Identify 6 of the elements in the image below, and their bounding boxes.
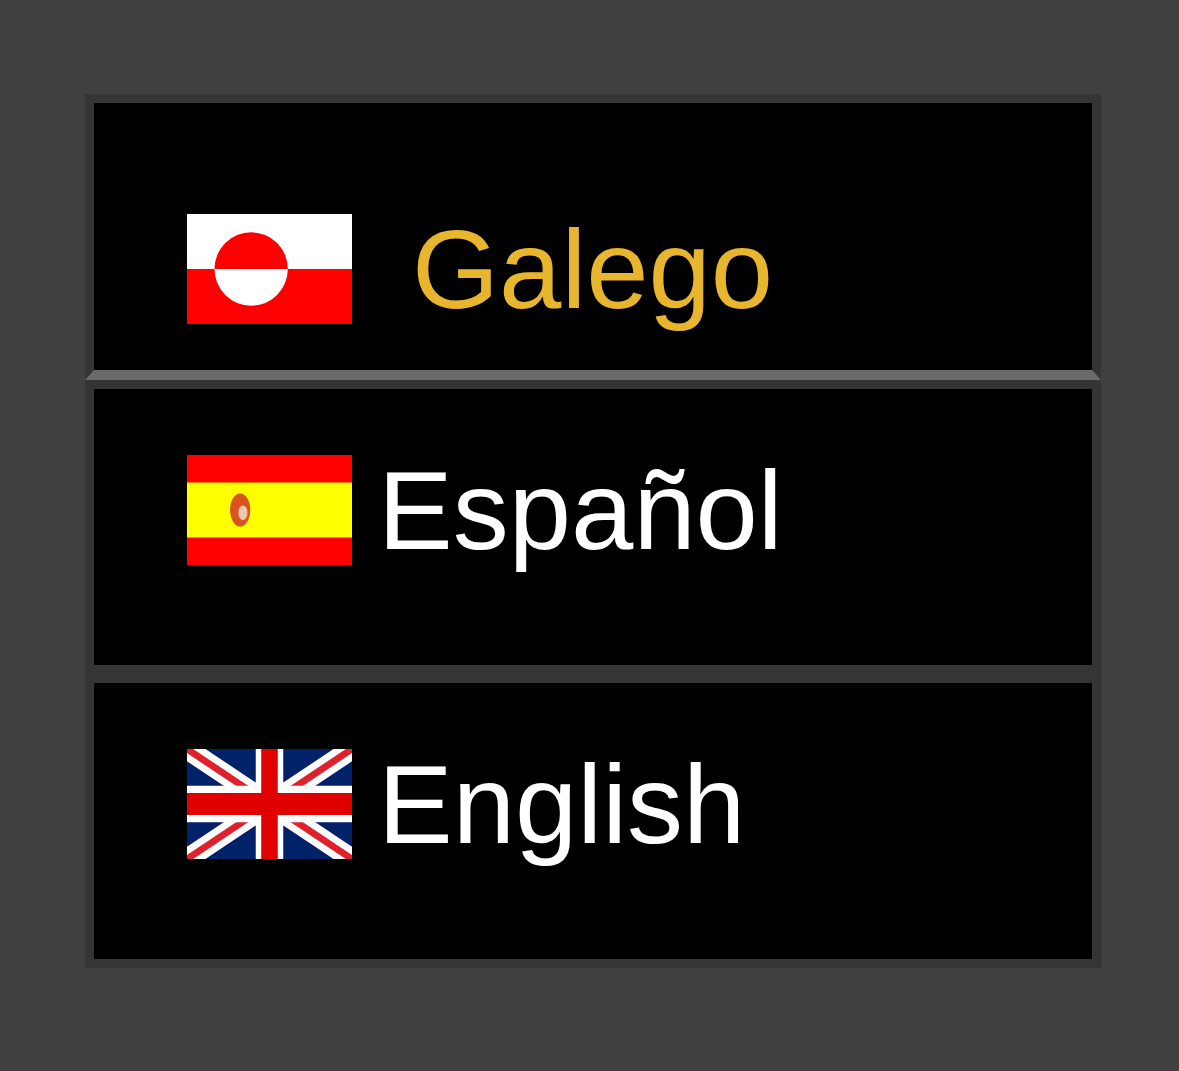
uk-flag-icon: [187, 749, 352, 859]
language-option[interactable]: Español: [85, 380, 1101, 674]
language-option[interactable]: Galego: [85, 94, 1101, 380]
greenland-flag-icon: [187, 214, 352, 324]
language-option[interactable]: English: [85, 674, 1101, 968]
spain-flag-icon: [187, 455, 352, 565]
